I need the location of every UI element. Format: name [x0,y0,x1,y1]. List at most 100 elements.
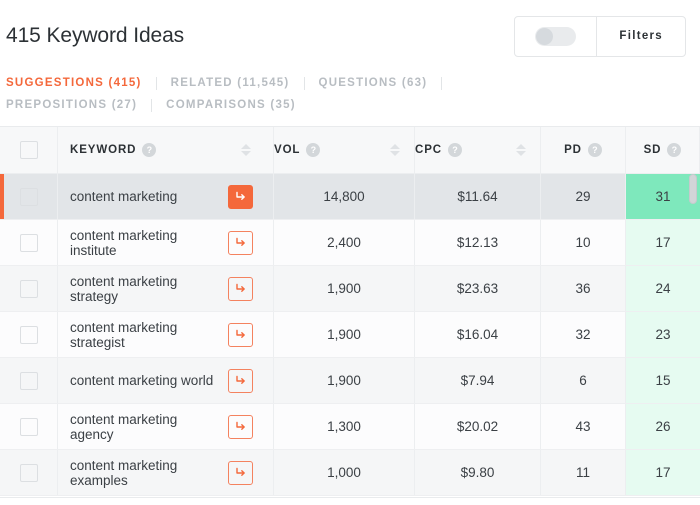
open-keyword-arrow-icon[interactable] [228,414,253,439]
select-all-checkbox[interactable] [19,141,38,159]
help-icon[interactable]: ? [306,143,321,157]
sd-value: 31 [655,189,671,204]
cpc-value: $12.13 [456,235,499,250]
row-checkbox[interactable] [19,187,38,206]
row-checkbox[interactable] [19,325,38,344]
cpc-cell: $9.80 [415,450,541,495]
table-row[interactable]: content marketing institute 2,400 $12.13 10… [0,220,700,266]
table-header-row: KEYWORD ? VOL ? CPC ? PD ? SD ? [0,127,700,174]
open-keyword-arrow-icon[interactable] [228,230,253,255]
pd-cell: 43 [541,404,626,449]
cpc-cell: $23.63 [415,266,541,311]
keyword-cell[interactable]: content marketing agency [58,404,274,449]
vol-cell: 1,300 [274,404,415,449]
pd-value: 10 [575,235,591,250]
cpc-cell: $20.02 [415,404,541,449]
column-header-keyword-label: KEYWORD [70,144,137,156]
tab-related[interactable]: RELATED (11,545) [171,72,290,94]
keyword-text: content marketing institute [70,227,178,258]
toggle-track[interactable] [535,26,577,46]
vertical-scrollbar[interactable] [689,174,697,495]
help-icon[interactable]: ? [667,143,682,157]
help-icon[interactable]: ? [587,143,602,157]
vol-cell: 2,400 [274,220,415,265]
row-select-cell[interactable] [0,312,58,357]
row-checkbox[interactable] [19,417,38,436]
help-icon[interactable]: ? [142,143,157,157]
row-checkbox[interactable] [19,463,38,482]
help-icon[interactable]: ? [447,143,462,157]
keyword-cell[interactable]: content marketing world [58,358,274,403]
cpc-value: $11.64 [457,189,498,204]
column-header-sd[interactable]: SD ? [626,127,700,173]
table-row[interactable]: content marketing strategist 1,900 $16.04 3… [0,312,700,358]
keyword-cell[interactable]: content marketing [58,174,274,219]
cpc-value: $16.04 [456,327,499,342]
column-header-vol[interactable]: VOL ? [274,127,415,173]
table-row[interactable]: content marketing world 1,900 $7.94 6 15 [0,358,700,404]
cpc-cell: $11.64 [415,174,541,219]
row-select-cell[interactable] [0,404,58,449]
keyword-cell[interactable]: content marketing strategist [58,312,274,357]
row-select-cell[interactable] [0,358,58,403]
keyword-text: content marketing [70,189,178,204]
column-header-cpc[interactable]: CPC ? [415,127,541,173]
row-select-cell[interactable] [0,220,58,265]
sort-chevron-icon[interactable] [390,144,400,156]
row-select-cell[interactable] [0,174,58,219]
keyword-text: content marketing strategist [70,319,178,350]
keyword-text: content marketing examples [70,457,178,488]
pd-cell: 32 [541,312,626,357]
vol-value: 1,000 [327,465,361,480]
results-toggle[interactable] [515,16,598,56]
filters-button[interactable]: Filters [597,17,685,56]
column-header-sd-label: SD [643,144,662,156]
tab-prepositions[interactable]: PREPOSITIONS (27) [6,94,137,116]
vol-cell: 14,800 [274,174,415,219]
scrollbar-thumb[interactable] [689,174,697,204]
cpc-cell: $7.94 [415,358,541,403]
tab-suggestions[interactable]: SUGGESTIONS (415) [6,72,142,94]
pd-cell: 6 [541,358,626,403]
open-keyword-arrow-icon[interactable] [228,368,253,393]
row-checkbox[interactable] [19,371,38,390]
sd-value: 24 [655,281,671,296]
pd-value: 11 [575,465,590,480]
sd-value: 17 [655,235,671,250]
open-keyword-arrow-icon[interactable] [228,460,253,485]
sd-value: 23 [655,327,671,342]
pd-cell: 36 [541,266,626,311]
tab-separator [303,76,305,90]
table-row[interactable]: content marketing strategy 1,900 $23.63 36 2… [0,266,700,312]
column-header-pd-label: PD [564,144,582,156]
header-controls: Filters [514,15,686,57]
open-keyword-arrow-icon[interactable] [228,276,253,301]
filters-button-label: Filters [619,30,663,42]
keyword-cell[interactable]: content marketing examples [58,450,274,495]
sd-value: 17 [655,465,671,480]
tab-comparisons[interactable]: COMPARISONS (35) [166,94,296,116]
keyword-tabs: SUGGESTIONS (415) RELATED (11,545) QUEST… [0,72,520,116]
page-title: 415 Keyword Ideas [6,24,185,47]
column-header-pd[interactable]: PD ? [541,127,626,173]
table-row[interactable]: content marketing 14,800 $11.64 29 31 [0,174,700,220]
table-row[interactable]: content marketing examples 1,000 $9.80 11 17 [0,450,700,496]
row-checkbox[interactable] [19,233,38,252]
row-checkbox[interactable] [19,279,38,298]
sort-chevron-icon[interactable] [516,144,526,156]
open-keyword-arrow-icon[interactable] [228,322,253,347]
table-row[interactable]: content marketing agency 1,300 $20.02 43 26 [0,404,700,450]
sd-value: 15 [655,373,671,388]
row-select-cell[interactable] [0,266,58,311]
sort-chevron-icon[interactable] [241,144,251,156]
cpc-value: $9.80 [460,465,495,480]
keyword-cell[interactable]: content marketing strategy [58,266,274,311]
row-select-cell[interactable] [0,450,58,495]
keyword-cell[interactable]: content marketing institute [58,220,274,265]
tab-questions[interactable]: QUESTIONS (63) [319,72,428,94]
cpc-value: $23.63 [456,281,499,296]
open-keyword-arrow-icon[interactable] [228,184,253,209]
select-all-cell[interactable] [0,127,58,173]
column-header-keyword[interactable]: KEYWORD ? [58,127,274,173]
tab-separator [155,76,157,90]
